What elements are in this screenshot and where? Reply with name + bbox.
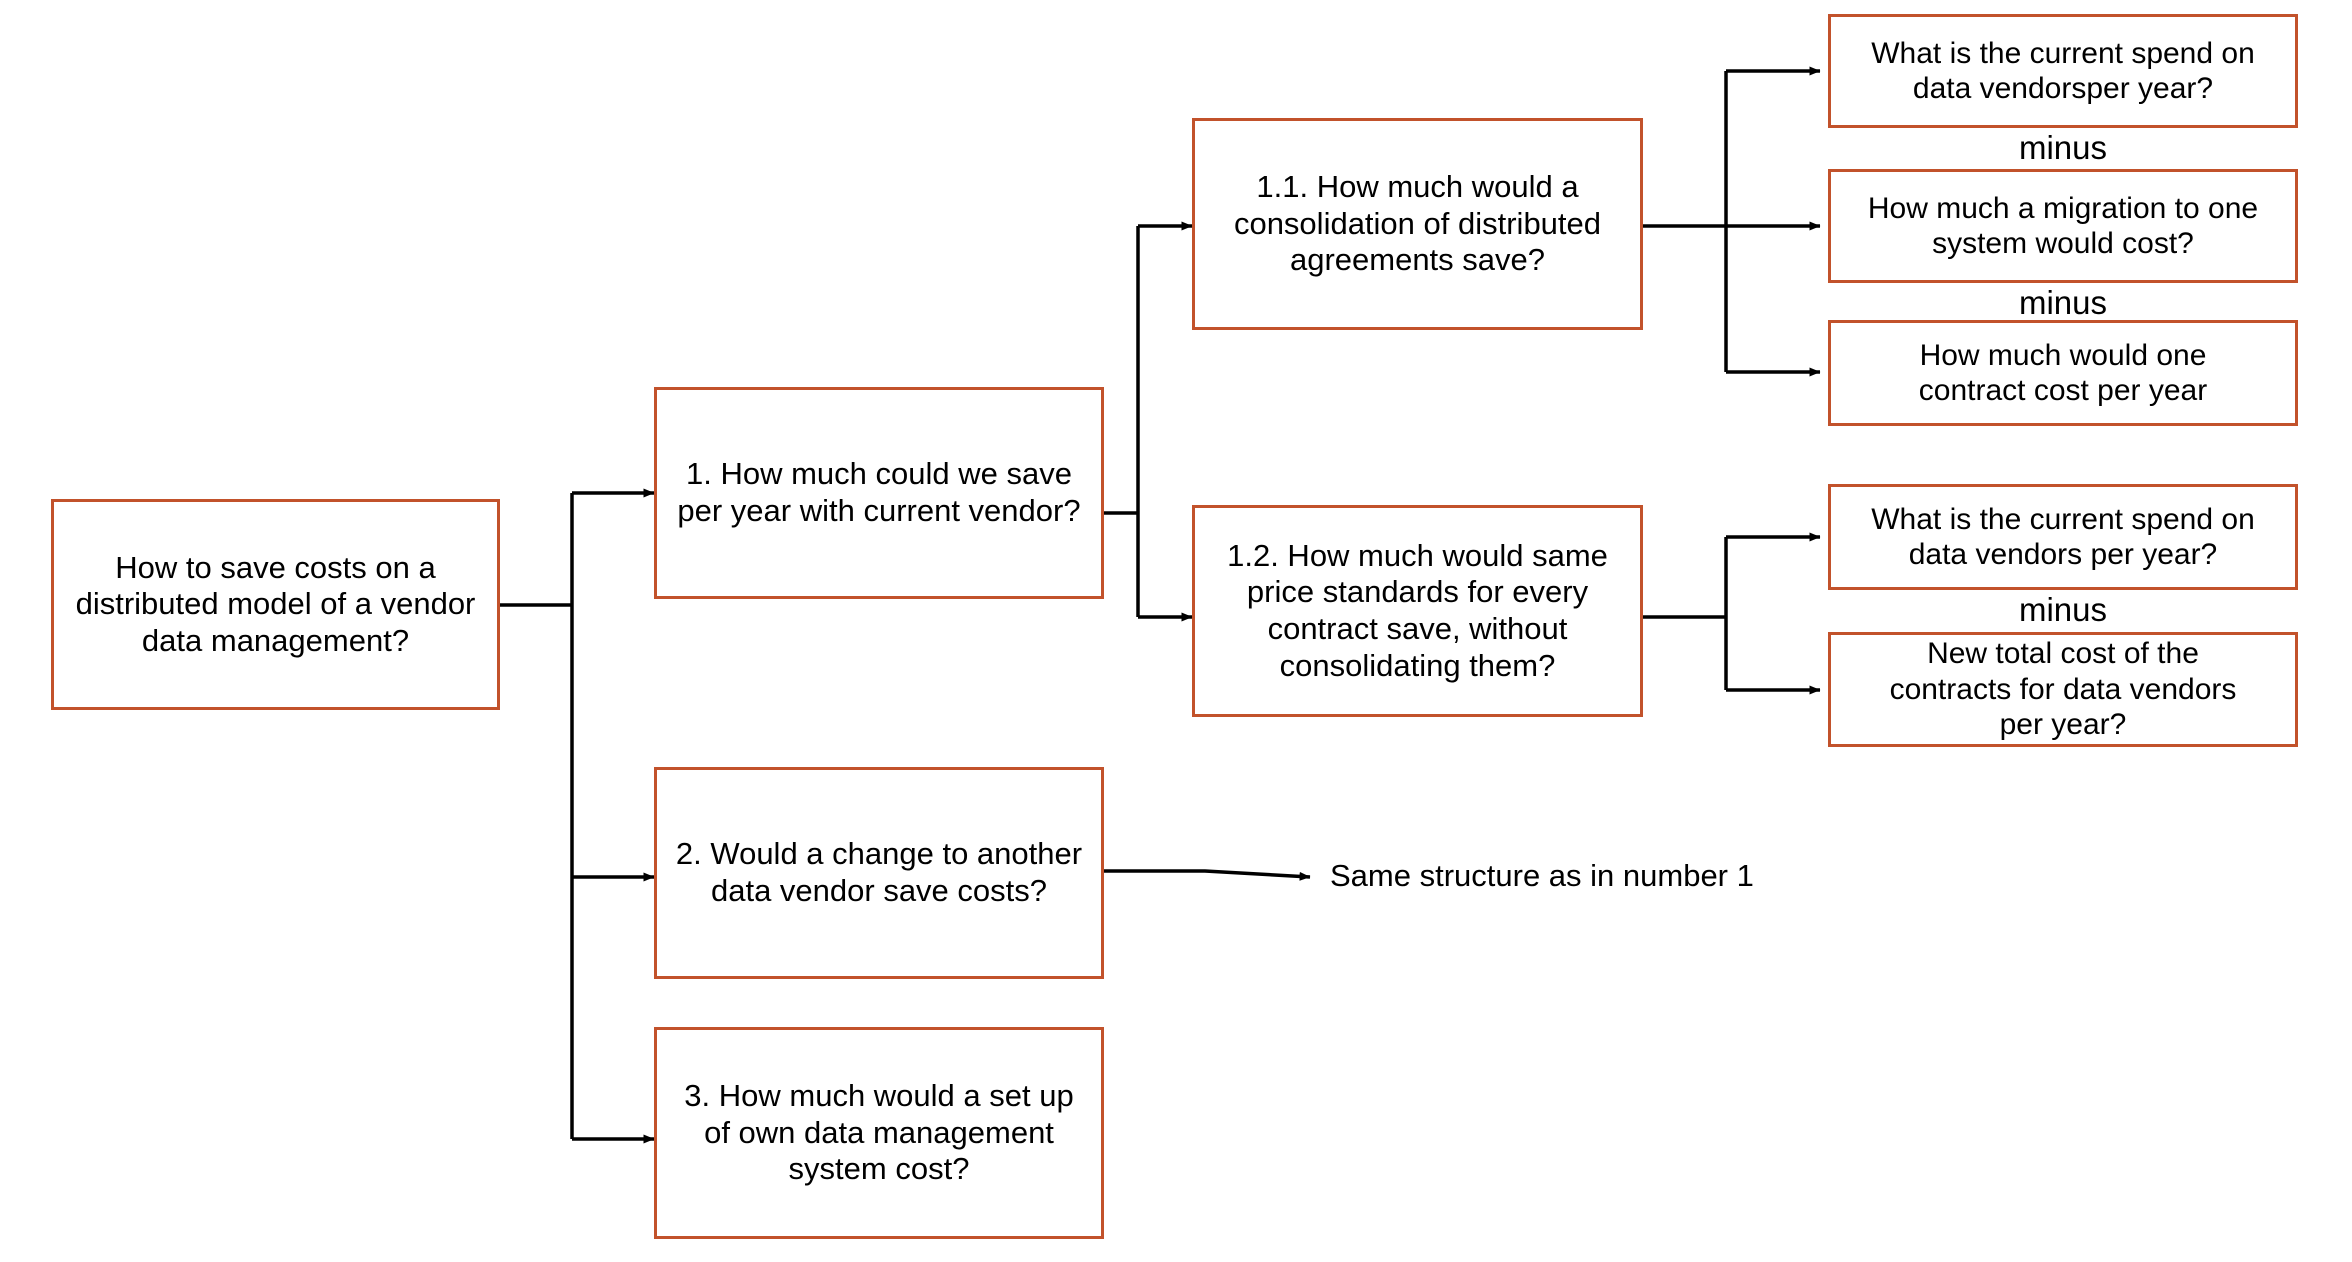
operator-minus-2-label: minus — [2018, 284, 2108, 321]
leaf-1-2-b-label: New total cost of the contracts for data… — [1889, 637, 2237, 742]
note-same-structure: Same structure as in number 1 — [1330, 860, 1754, 891]
node-root[interactable]: How to save costs on a distributed model… — [51, 499, 500, 710]
leaf-1-1-c-label: How much would one contract cost per yea… — [1918, 338, 2208, 407]
note-same-structure-label: Same structure as in number 1 — [1330, 858, 1754, 893]
leaf-1-1-b-label: How much a migration to one system would… — [1867, 191, 2259, 260]
node-level3-1-1[interactable]: 1.1. How much would a consolidation of d… — [1192, 118, 1643, 330]
operator-minus-1: minus — [1828, 131, 2298, 164]
operator-minus-3-label: minus — [2018, 591, 2108, 628]
connector-node1-to-subtrunk — [1104, 221, 1193, 622]
node-level2-1[interactable]: 1. How much could we save per year with … — [654, 387, 1104, 599]
node-level3-1-2[interactable]: 1.2. How much would same price standards… — [1192, 505, 1643, 717]
diagram-canvas: How to save costs on a distributed model… — [0, 0, 2352, 1262]
connector-root-to-trunk — [500, 493, 574, 1139]
connector-node11-to-leaves — [1643, 66, 1821, 377]
node-level2-2-label: 2. Would a change to another data vendor… — [675, 836, 1083, 908]
leaf-1-1-c[interactable]: How much would one contract cost per yea… — [1828, 320, 2298, 426]
operator-minus-3: minus — [1828, 593, 2298, 626]
leaf-1-1-b[interactable]: How much a migration to one system would… — [1828, 169, 2298, 283]
node-level2-3-label: 3. How much would a set up of own data m… — [684, 1078, 1074, 1187]
node-root-label: How to save costs on a distributed model… — [75, 549, 476, 658]
node-level3-1-2-label: 1.2. How much would same price standards… — [1227, 537, 1608, 683]
operator-minus-2: minus — [1828, 286, 2298, 319]
connector-node12-to-leaves — [1643, 532, 1821, 695]
operator-minus-1-label: minus — [2018, 129, 2108, 166]
leaf-1-2-a-label: What is the current spend on data vendor… — [1871, 502, 2255, 571]
node-level2-3[interactable]: 3. How much would a set up of own data m… — [654, 1027, 1104, 1239]
connector-node2-to-note — [1104, 869, 1311, 881]
node-level2-1-label: 1. How much could we save per year with … — [677, 456, 1081, 528]
node-level2-2[interactable]: 2. Would a change to another data vendor… — [654, 767, 1104, 979]
leaf-1-2-a[interactable]: What is the current spend on data vendor… — [1828, 484, 2298, 590]
leaf-1-1-a[interactable]: What is the current spend on data vendor… — [1828, 14, 2298, 128]
leaf-1-1-a-label: What is the current spend on data vendor… — [1871, 36, 2255, 105]
node-level3-1-1-label: 1.1. How much would a consolidation of d… — [1233, 169, 1602, 278]
leaf-1-2-b[interactable]: New total cost of the contracts for data… — [1828, 632, 2298, 747]
